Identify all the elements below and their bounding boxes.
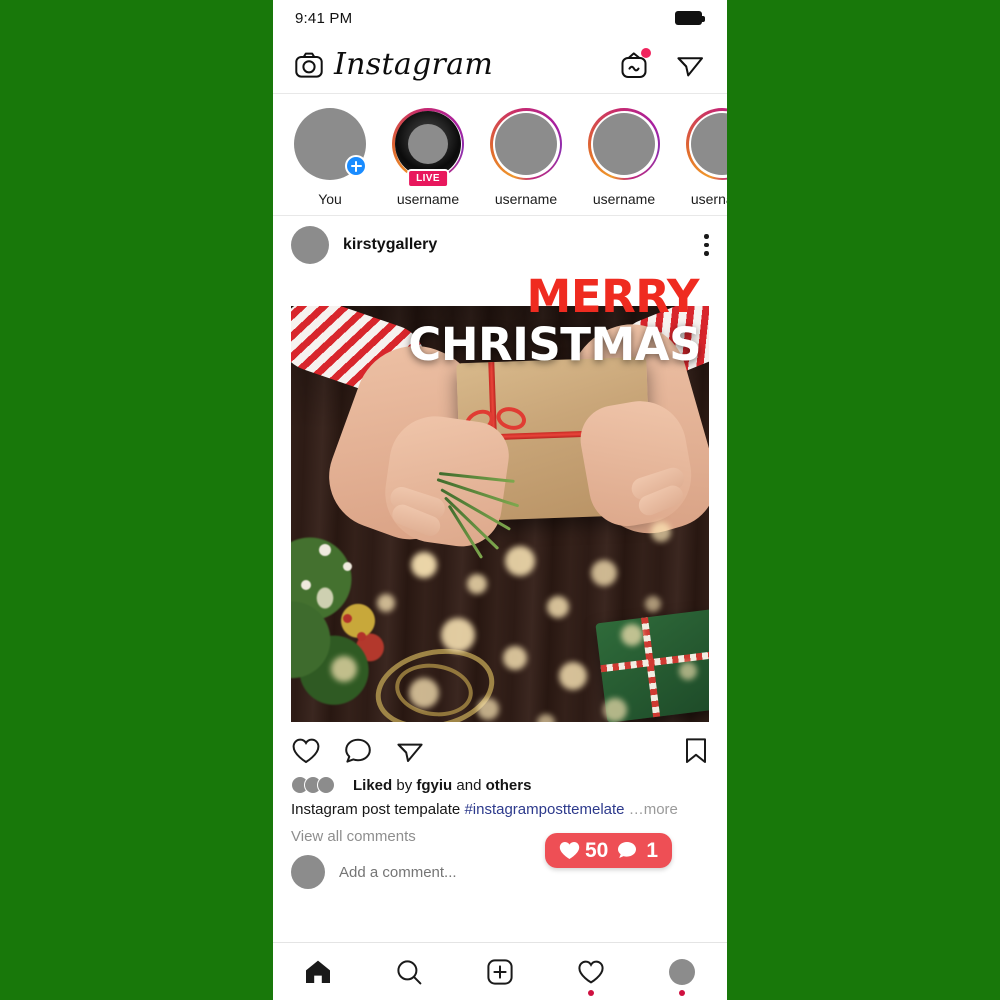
home-icon: [306, 960, 331, 983]
notification-bubble: 50 1: [544, 833, 672, 869]
brand-area: Instagram: [295, 46, 494, 82]
like-count: 50: [584, 839, 609, 863]
bow-loop-right: [493, 403, 529, 434]
story-item-live[interactable]: LIVE username: [385, 108, 471, 207]
headline-merry: MERRY: [526, 274, 700, 323]
post-author-avatar[interactable]: [291, 226, 329, 264]
heart-filled-icon: [559, 841, 580, 860]
live-story-lens: [395, 111, 461, 177]
nav-item-create[interactable]: [476, 952, 524, 992]
top-navigation-bar: Instagram: [273, 36, 727, 94]
story-label: You: [318, 191, 342, 207]
story-label: username: [690, 191, 727, 207]
story-item-5[interactable]: username: [679, 108, 727, 207]
more-options-icon[interactable]: [704, 234, 709, 256]
pine-sprig: [436, 458, 547, 559]
instagram-wordmark: Instagram: [334, 46, 494, 82]
post-author-username[interactable]: kirstygallery: [343, 236, 437, 254]
add-comment-row: 50 1: [273, 833, 727, 890]
comment-bubble-icon[interactable]: [343, 736, 373, 766]
post-caption: Instagram post tempalate #instagrampostt…: [273, 794, 727, 820]
add-story-plus-icon[interactable]: [345, 155, 367, 177]
story-label: username: [494, 191, 558, 207]
status-bar: 9:41 PM: [273, 0, 727, 36]
phone-screen: 9:41 PM Instagram You LIVE username user…: [273, 0, 727, 1000]
comment-input[interactable]: [339, 863, 539, 881]
heart-icon[interactable]: [291, 736, 321, 766]
liked-by-text[interactable]: Liked by fgyiu and others: [353, 777, 531, 794]
share-paper-plane-icon[interactable]: [395, 736, 425, 766]
liked-by-avatars: [291, 776, 343, 794]
story-item-you[interactable]: You: [287, 108, 373, 207]
comment-count: 1: [646, 839, 658, 863]
igtv-notification-dot: [641, 47, 651, 58]
heart-icon: [578, 960, 604, 984]
post-image-container: MERRY CHRISTMAS: [291, 274, 709, 722]
caption-more-link[interactable]: …more: [629, 801, 678, 818]
liked-by-word: by: [396, 776, 413, 794]
story-avatar-live[interactable]: LIVE: [392, 108, 464, 188]
plus-square-icon: [487, 958, 513, 985]
post-action-bar: [273, 722, 727, 768]
nav-item-search[interactable]: [385, 952, 433, 992]
status-bar-time: 9:41 PM: [295, 9, 353, 27]
liked-label: Liked: [353, 776, 393, 794]
story-avatar-5[interactable]: [686, 108, 727, 180]
profile-notification-dot: [678, 989, 685, 996]
battery-full-icon: [675, 11, 705, 25]
live-badge: LIVE: [407, 169, 449, 188]
bookmark-icon[interactable]: [683, 736, 709, 766]
paper-plane-icon[interactable]: [675, 50, 705, 80]
nav-item-home[interactable]: [294, 952, 342, 992]
igtv-icon[interactable]: [619, 47, 651, 80]
nav-item-activity[interactable]: [567, 952, 615, 996]
top-nav-actions: [619, 47, 705, 80]
liked-by-username[interactable]: fgyiu: [416, 777, 452, 794]
story-label: username: [396, 191, 460, 207]
story-avatar-3[interactable]: [490, 108, 562, 180]
current-user-avatar: [291, 855, 325, 890]
story-label: username: [592, 191, 656, 207]
caption-text: Instagram post tempalate: [291, 801, 465, 818]
story-item-4[interactable]: username: [581, 108, 667, 207]
liked-by-row: Liked by fgyiu and others: [273, 768, 727, 794]
bottom-navigation-bar: [273, 942, 727, 1000]
headline-christmas: CHRISTMAS: [408, 318, 701, 371]
profile-avatar: [668, 958, 695, 985]
story-avatar-4[interactable]: [588, 108, 660, 180]
comment-filled-icon: [617, 841, 637, 860]
avatar: [495, 113, 557, 175]
caption-hashtag[interactable]: #instagramposttemelate: [464, 801, 624, 818]
camera-icon[interactable]: [295, 52, 323, 78]
stories-tray[interactable]: You LIVE username username username user…: [273, 94, 727, 216]
story-avatar-you[interactable]: [294, 108, 367, 180]
search-icon: [397, 959, 422, 984]
green-gift-box: [595, 609, 709, 722]
story-item-3[interactable]: username: [483, 108, 569, 207]
post-header: kirstygallery: [273, 216, 727, 274]
activity-notification-dot: [587, 989, 594, 996]
avatar: [593, 113, 655, 175]
liked-others[interactable]: others: [486, 777, 532, 794]
liked-and-word: and: [456, 776, 482, 794]
nav-item-profile[interactable]: [658, 952, 706, 996]
